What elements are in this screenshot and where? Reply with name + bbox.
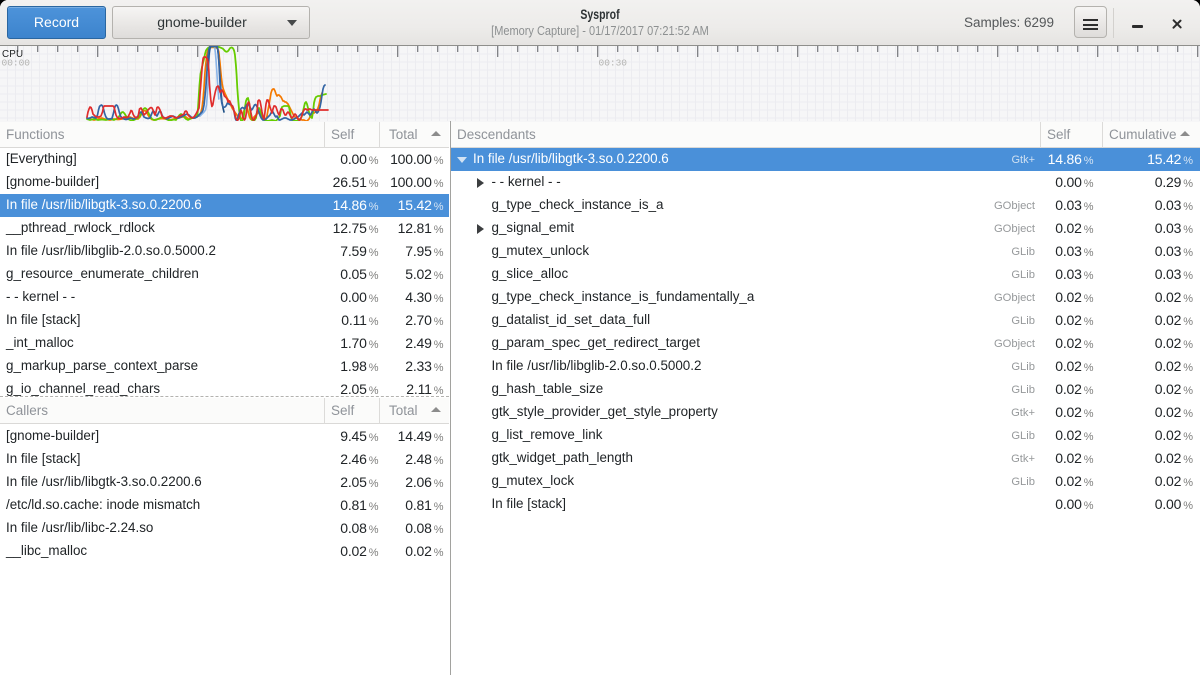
svg-text:CPU: CPU xyxy=(2,49,23,60)
svg-text:00:30: 00:30 xyxy=(599,58,628,69)
